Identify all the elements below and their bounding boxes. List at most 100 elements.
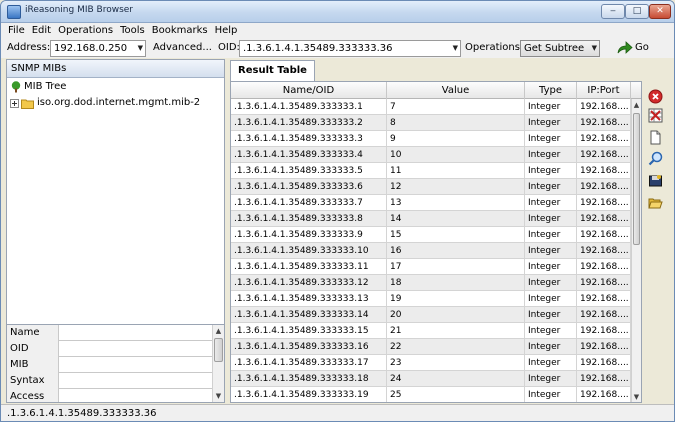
table-row[interactable]: .1.3.6.1.4.1.35489.333333.1 7 Integer 192.1… — [231, 99, 631, 115]
cell-oid: .1.3.6.1.4.1.35489.333333.7 — [231, 195, 387, 211]
table-row[interactable]: .1.3.6.1.4.1.35489.333333.15 21 Integer 192… — [231, 323, 631, 339]
table-row[interactable]: .1.3.6.1.4.1.35489.333333.5 11 Integer 192.… — [231, 163, 631, 179]
cell-type: Integer — [525, 387, 577, 402]
menu-edit[interactable]: Edit — [32, 23, 51, 38]
cell-type: Integer — [525, 323, 577, 339]
maximize-button[interactable]: □ — [625, 4, 649, 19]
cell-oid: .1.3.6.1.4.1.35489.333333.4 — [231, 147, 387, 163]
cell-ip-port: 192.168.... — [577, 147, 631, 163]
address-label: Address: — [7, 42, 51, 53]
table-row[interactable]: .1.3.6.1.4.1.35489.333333.19 25 Integer 192… — [231, 387, 631, 402]
table-row[interactable]: .1.3.6.1.4.1.35489.333333.10 16 Integer 192… — [231, 243, 631, 259]
scroll-thumb[interactable] — [214, 338, 223, 362]
operations-select[interactable]: Get Subtree ▼ — [520, 40, 600, 57]
column-header-type[interactable]: Type — [525, 82, 577, 99]
cell-oid: .1.3.6.1.4.1.35489.333333.10 — [231, 243, 387, 259]
cell-oid: .1.3.6.1.4.1.35489.333333.5 — [231, 163, 387, 179]
save-icon[interactable] — [648, 173, 663, 188]
cell-type: Integer — [525, 243, 577, 259]
column-header-ip-port[interactable]: IP:Port — [577, 82, 631, 99]
scroll-down-icon[interactable]: ▼ — [632, 391, 641, 402]
cell-value: 8 — [387, 115, 525, 131]
delete-rows-icon[interactable] — [648, 108, 663, 123]
cell-value: 25 — [387, 387, 525, 402]
tab-result-table[interactable]: Result Table — [230, 60, 315, 81]
cell-type: Integer — [525, 131, 577, 147]
advanced-button[interactable]: Advanced... — [153, 41, 212, 55]
chevron-down-icon: ▼ — [591, 44, 597, 52]
find-icon[interactable] — [648, 151, 663, 166]
close-button[interactable]: ✕ — [649, 4, 671, 19]
chevron-down-icon: ▼ — [452, 44, 458, 52]
table-row[interactable]: .1.3.6.1.4.1.35489.333333.17 23 Integer 192… — [231, 355, 631, 371]
cell-ip-port: 192.168.... — [577, 275, 631, 291]
cell-value: 21 — [387, 323, 525, 339]
cell-oid: .1.3.6.1.4.1.35489.333333.11 — [231, 259, 387, 275]
cell-ip-port: 192.168.... — [577, 115, 631, 131]
open-icon[interactable] — [648, 195, 663, 210]
cell-oid: .1.3.6.1.4.1.35489.333333.3 — [231, 131, 387, 147]
cell-type: Integer — [525, 147, 577, 163]
cell-value: 11 — [387, 163, 525, 179]
table-row[interactable]: .1.3.6.1.4.1.35489.333333.6 12 Integer 192.… — [231, 179, 631, 195]
column-header-name-oid[interactable]: Name/OID — [231, 82, 387, 99]
property-key: Access — [7, 389, 59, 402]
table-row[interactable]: .1.3.6.1.4.1.35489.333333.2 8 Integer 192.1… — [231, 115, 631, 131]
cell-value: 23 — [387, 355, 525, 371]
cell-value: 12 — [387, 179, 525, 195]
cell-ip-port: 192.168.... — [577, 307, 631, 323]
scroll-up-icon[interactable]: ▲ — [213, 325, 224, 337]
cell-value: 17 — [387, 259, 525, 275]
scroll-down-icon[interactable]: ▼ — [213, 390, 224, 402]
minimize-button[interactable]: ‒ — [601, 4, 625, 19]
stop-icon[interactable] — [648, 89, 663, 104]
table-row[interactable]: .1.3.6.1.4.1.35489.333333.11 17 Integer 192… — [231, 259, 631, 275]
cell-type: Integer — [525, 259, 577, 275]
properties-scrollbar[interactable]: ▲ ▼ — [212, 325, 224, 402]
app-icon — [7, 5, 21, 19]
table-row[interactable]: .1.3.6.1.4.1.35489.333333.3 9 Integer 192.1… — [231, 131, 631, 147]
menu-tools[interactable]: Tools — [120, 23, 145, 38]
table-row[interactable]: .1.3.6.1.4.1.35489.333333.4 10 Integer 192.… — [231, 147, 631, 163]
cell-oid: .1.3.6.1.4.1.35489.333333.13 — [231, 291, 387, 307]
table-row[interactable]: .1.3.6.1.4.1.35489.333333.9 15 Integer 192.… — [231, 227, 631, 243]
cell-ip-port: 192.168.... — [577, 371, 631, 387]
expand-icon[interactable] — [10, 99, 19, 108]
property-value — [60, 357, 212, 373]
table-row[interactable]: .1.3.6.1.4.1.35489.333333.8 14 Integer 192.… — [231, 211, 631, 227]
cell-oid: .1.3.6.1.4.1.35489.333333.12 — [231, 275, 387, 291]
cell-ip-port: 192.168.... — [577, 131, 631, 147]
status-bar: .1.3.6.1.4.1.35489.333333.36 — [1, 404, 674, 421]
table-row[interactable]: .1.3.6.1.4.1.35489.333333.18 24 Integer 192… — [231, 371, 631, 387]
cell-value: 7 — [387, 99, 525, 115]
export-icon[interactable] — [648, 130, 663, 145]
property-value — [60, 373, 212, 389]
table-row[interactable]: .1.3.6.1.4.1.35489.333333.7 13 Integer 192.… — [231, 195, 631, 211]
cell-oid: .1.3.6.1.4.1.35489.333333.8 — [231, 211, 387, 227]
table-row[interactable]: .1.3.6.1.4.1.35489.333333.12 18 Integer 192… — [231, 275, 631, 291]
table-row[interactable]: .1.3.6.1.4.1.35489.333333.16 22 Integer 192… — [231, 339, 631, 355]
cell-ip-port: 192.168.... — [577, 227, 631, 243]
cell-ip-port: 192.168.... — [577, 195, 631, 211]
menu-bookmarks[interactable]: Bookmarks — [152, 23, 208, 38]
menu-help[interactable]: Help — [215, 23, 238, 38]
table-row[interactable]: .1.3.6.1.4.1.35489.333333.13 19 Integer 192… — [231, 291, 631, 307]
go-arrow-icon[interactable] — [617, 41, 633, 55]
address-combo[interactable]: 192.168.0.250 ▼ — [50, 40, 146, 57]
cell-type: Integer — [525, 163, 577, 179]
menu-file[interactable]: File — [8, 23, 25, 38]
cell-oid: .1.3.6.1.4.1.35489.333333.1 — [231, 99, 387, 115]
go-button[interactable]: Go — [635, 41, 649, 55]
oid-combo[interactable]: .1.3.6.1.4.1.35489.333333.36 ▼ — [239, 40, 461, 57]
cell-value: 15 — [387, 227, 525, 243]
column-header-value[interactable]: Value — [387, 82, 525, 99]
menu-operations[interactable]: Operations — [58, 23, 113, 38]
cell-ip-port: 192.168.... — [577, 259, 631, 275]
table-scrollbar[interactable]: ▲ ▼ — [631, 99, 641, 402]
table-row[interactable]: .1.3.6.1.4.1.35489.333333.14 20 Integer 192… — [231, 307, 631, 323]
scroll-thumb[interactable] — [633, 113, 640, 245]
cell-value: 16 — [387, 243, 525, 259]
scroll-up-icon[interactable]: ▲ — [632, 99, 641, 111]
cell-ip-port: 192.168.... — [577, 323, 631, 339]
table-body: .1.3.6.1.4.1.35489.333333.1 7 Integer 192.1… — [231, 99, 631, 402]
